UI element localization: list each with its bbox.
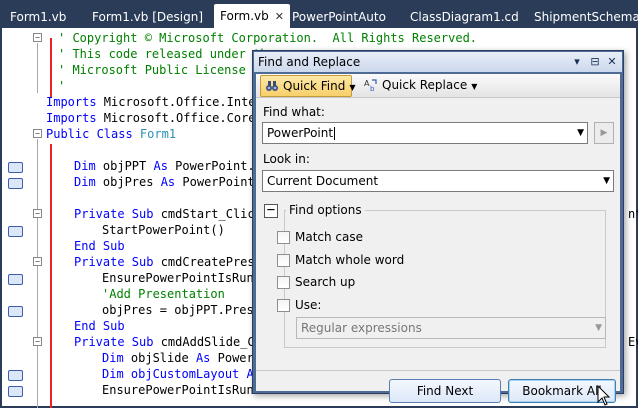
binoculars-icon	[266, 81, 278, 91]
chevron-down-icon: ▼	[471, 82, 478, 91]
code-line: EnsurePowerPointIsRunn	[102, 271, 261, 285]
use-label: Use:	[295, 298, 322, 312]
dialog-title-bar[interactable]: Find and Replace ▾ ⊟ ✕	[254, 52, 622, 72]
collapse-region-icon[interactable]: −	[33, 337, 42, 346]
code-line: Dim objPres As PowerPoint.	[74, 175, 262, 189]
dialog-body: Quick Find ▼ A b Quick Replace ▼ Find what…	[256, 74, 620, 406]
match-whole-word-label: Match whole word	[295, 253, 405, 267]
code-line-overflow: nt	[628, 207, 638, 221]
bookmark-marker[interactable]	[8, 274, 23, 285]
replace-icon: A b	[364, 79, 377, 92]
code-line: ' This code released under the	[58, 47, 275, 61]
dialog-title: Find and Replace	[258, 55, 361, 69]
code-line-overflow: Ev	[628, 335, 638, 349]
code-line: objPres = objPPT.Prese	[102, 303, 261, 317]
tab-shipmentschema[interactable]: ShipmentSchema.x	[534, 6, 638, 28]
code-line: Public Class Form1	[46, 127, 177, 141]
auto-hide-icon[interactable]: ⊟	[588, 54, 602, 69]
code-line: ' Copyright © Microsoft Corporation. All…	[58, 31, 478, 45]
code-line: End Sub	[74, 239, 125, 253]
find-options-label: Find options	[286, 203, 365, 217]
chevron-down-icon[interactable]: ▼	[603, 171, 610, 191]
code-line: EnsurePowerPointIsRunn	[102, 383, 261, 397]
code-line: Imports Microsoft.Office.Inter	[46, 95, 263, 109]
svg-text:b: b	[370, 85, 375, 92]
collapse-region-icon[interactable]: −	[33, 209, 42, 218]
use-type-select[interactable]: Regular expressions ▼	[296, 317, 606, 339]
code-line: Private Sub cmdAddSlide_Cl	[74, 335, 262, 349]
code-line: Private Sub cmdStart_Click	[74, 207, 262, 221]
code-line: StartPowerPoint()	[102, 223, 225, 237]
bookmark-marker[interactable]	[8, 178, 23, 189]
search-up-label: Search up	[295, 275, 356, 289]
change-marker	[50, 38, 52, 98]
tab-form1-vb[interactable]: Form1.vb	[10, 6, 66, 28]
tab-form1-vb-design[interactable]: Form1.vb [Design]	[92, 6, 203, 28]
tab-form-vb[interactable]: Form.vb ✕	[214, 4, 290, 28]
tab-classdiagram1[interactable]: ClassDiagram1.cd	[410, 6, 519, 28]
code-line: Dim objCustomLayout As	[102, 367, 261, 381]
match-case-label: Match case	[295, 230, 364, 244]
outline-guide	[37, 139, 38, 408]
chevron-down-icon[interactable]: ▼	[577, 123, 584, 143]
document-tab-strip: Form1.vb Form1.vb [Design] Form.vb ✕ Powe…	[0, 0, 638, 28]
collapse-options-icon[interactable]: −	[264, 203, 278, 218]
bookmark-marker[interactable]	[8, 226, 23, 237]
change-marker	[50, 144, 52, 408]
find-what-input[interactable]: PowerPoint ▼	[262, 122, 588, 144]
find-next-button[interactable]: Find Next	[389, 379, 501, 403]
collapse-region-icon[interactable]: −	[33, 33, 42, 42]
collapse-region-icon[interactable]: −	[33, 129, 42, 138]
bookmark-marker[interactable]	[8, 386, 23, 397]
use-checkbox[interactable]	[277, 299, 290, 312]
look-in-select[interactable]: Current Document ▼	[262, 170, 614, 192]
bookmark-marker[interactable]	[8, 306, 23, 317]
dialog-footer-divider	[256, 370, 620, 371]
search-up-checkbox[interactable]	[277, 276, 290, 289]
chevron-down-icon: ▼	[595, 323, 602, 333]
match-whole-word-checkbox[interactable]	[277, 254, 290, 267]
collapse-region-icon[interactable]: −	[33, 257, 42, 266]
find-next-arrow-button[interactable]: ▶	[594, 122, 614, 144]
chevron-down-icon: ▼	[349, 83, 356, 92]
code-line: Dim objPPT As PowerPoint.A	[74, 159, 262, 173]
find-what-label: Find what:	[263, 105, 325, 119]
code-line: End Sub	[74, 319, 125, 333]
bookmark-marker[interactable]	[8, 162, 23, 173]
tab-powerpointauto[interactable]: PowerPointAuto	[292, 6, 386, 28]
find-replace-dialog: Find and Replace ▾ ⊟ ✕ Quick Find▼ A b	[252, 50, 624, 406]
text-caret	[334, 127, 336, 140]
code-line: Private Sub cmdCreatePrese	[74, 255, 262, 269]
find-toolbar: Quick Find ▼ A b Quick Replace ▼	[256, 74, 620, 98]
quick-replace-button[interactable]: A b Quick Replace ▼	[360, 75, 478, 97]
code-line: ' Microsoft Public License (MS	[58, 63, 275, 77]
outline-guide	[37, 43, 38, 93]
quick-find-button[interactable]: Quick Find ▼	[260, 75, 356, 97]
mouse-cursor-icon	[597, 385, 611, 406]
close-icon[interactable]: ✕	[275, 5, 284, 29]
code-line: '	[58, 79, 66, 93]
match-case-checkbox[interactable]	[277, 231, 290, 244]
code-line: Imports Microsoft.Office.Core	[46, 111, 256, 125]
bookmark-marker[interactable]	[8, 370, 23, 381]
code-line: Dim objSlide As PowerP	[102, 351, 261, 365]
code-line: 'Add Presentation	[102, 287, 225, 301]
close-icon[interactable]: ✕	[605, 54, 619, 69]
look-in-label: Look in:	[263, 152, 310, 166]
window-position-icon[interactable]: ▾	[570, 54, 584, 69]
